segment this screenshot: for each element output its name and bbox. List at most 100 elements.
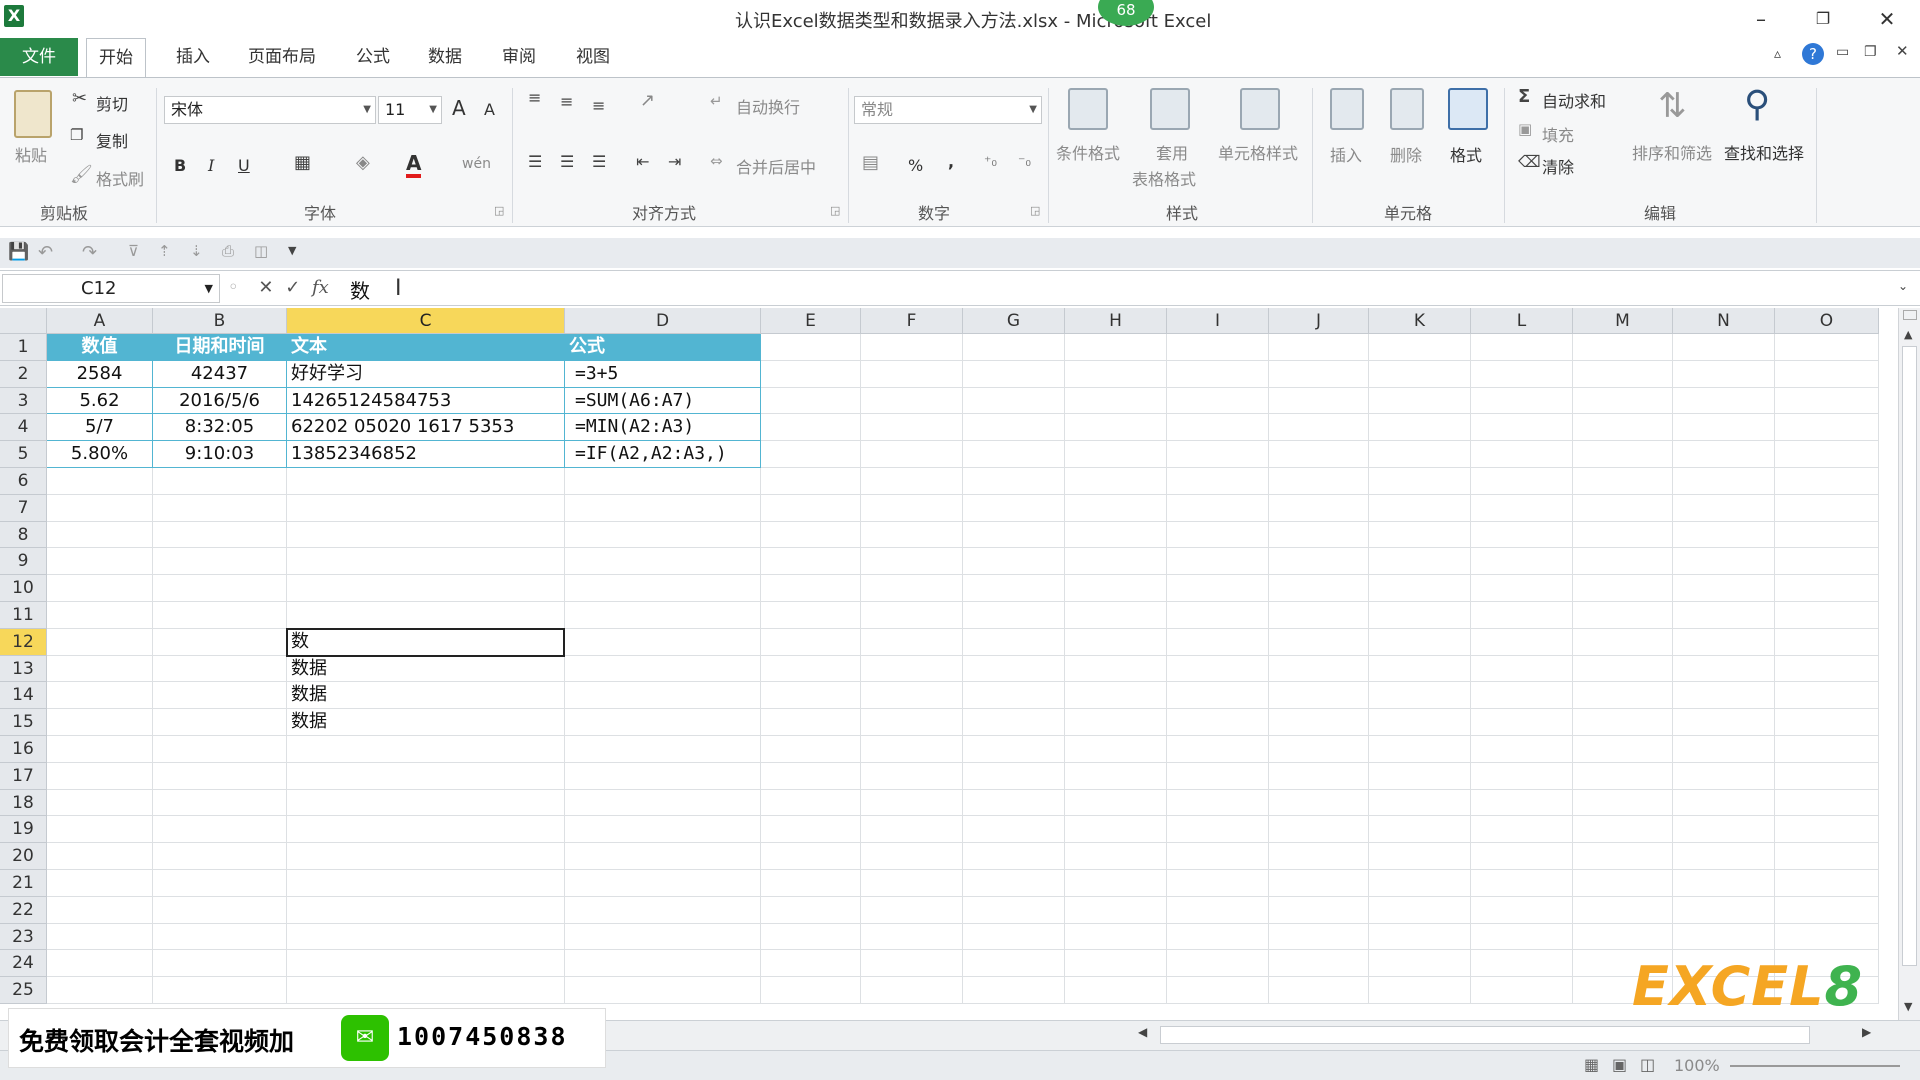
cell-f8[interactable] bbox=[861, 521, 963, 549]
cell-j6[interactable] bbox=[1269, 468, 1369, 495]
cell-g1[interactable] bbox=[963, 334, 1065, 361]
cell-f1[interactable] bbox=[861, 334, 963, 361]
cell-o9[interactable] bbox=[1775, 548, 1879, 576]
cell-b24[interactable] bbox=[153, 950, 287, 978]
align-middle-icon[interactable]: ≡ bbox=[560, 92, 573, 111]
cell-a11[interactable] bbox=[47, 602, 153, 629]
cell-f16[interactable] bbox=[861, 736, 963, 763]
cell-h22[interactable] bbox=[1065, 896, 1167, 924]
row-header-24[interactable]: 24 bbox=[0, 950, 47, 978]
cell-h2[interactable] bbox=[1065, 360, 1167, 388]
row-header-6[interactable]: 6 bbox=[0, 468, 47, 495]
align-right-icon[interactable]: ☰ bbox=[592, 152, 606, 171]
cell-b15[interactable] bbox=[153, 709, 287, 736]
cell-f2[interactable] bbox=[861, 360, 963, 388]
cell-c24[interactable] bbox=[287, 950, 565, 978]
cell-n13[interactable] bbox=[1673, 655, 1775, 683]
cell-styles-button[interactable]: 单元格样式 bbox=[1218, 140, 1298, 164]
cell-l15[interactable] bbox=[1471, 709, 1573, 736]
cell-a18[interactable] bbox=[47, 789, 153, 817]
cell-b17[interactable] bbox=[153, 762, 287, 790]
cell-j3[interactable] bbox=[1269, 387, 1369, 415]
column-header-h[interactable]: H bbox=[1065, 308, 1167, 334]
cell-f14[interactable] bbox=[861, 682, 963, 710]
scroll-down-icon[interactable]: ▼ bbox=[1904, 1000, 1912, 1013]
cell-c11[interactable] bbox=[287, 602, 565, 629]
cell-k5[interactable] bbox=[1369, 441, 1471, 468]
cell-d5[interactable]: =IF(A2,A2:A3,) bbox=[565, 441, 761, 468]
comma-button[interactable]: , bbox=[948, 152, 954, 171]
row-header-19[interactable]: 19 bbox=[0, 816, 47, 844]
cell-c14[interactable]: 数据 bbox=[287, 682, 565, 710]
cell-n20[interactable] bbox=[1673, 843, 1775, 870]
cell-e17[interactable] bbox=[761, 762, 861, 790]
cell-g20[interactable] bbox=[963, 843, 1065, 870]
insert-function-button[interactable]: fx bbox=[312, 277, 329, 298]
cell-d16[interactable] bbox=[565, 736, 761, 763]
cell-l25[interactable] bbox=[1471, 977, 1573, 1004]
cell-a14[interactable] bbox=[47, 682, 153, 710]
tab-page-layout[interactable]: 页面布局 bbox=[236, 38, 328, 76]
row-header-12[interactable]: 12 bbox=[0, 628, 47, 656]
cell-n3[interactable] bbox=[1673, 387, 1775, 415]
cell-b20[interactable] bbox=[153, 843, 287, 870]
insert-cells-icon[interactable] bbox=[1330, 88, 1364, 130]
column-header-i[interactable]: I bbox=[1167, 308, 1269, 334]
cell-k16[interactable] bbox=[1369, 736, 1471, 763]
cell-f5[interactable] bbox=[861, 441, 963, 468]
fill-button[interactable]: 填充 bbox=[1542, 122, 1574, 146]
cell-h11[interactable] bbox=[1065, 602, 1167, 629]
cell-k22[interactable] bbox=[1369, 896, 1471, 924]
cell-f22[interactable] bbox=[861, 896, 963, 924]
cell-m12[interactable] bbox=[1573, 628, 1673, 656]
cell-i22[interactable] bbox=[1167, 896, 1269, 924]
cell-b12[interactable] bbox=[153, 628, 287, 656]
restore-icon[interactable]: ❐ bbox=[1808, 6, 1838, 32]
underline-button[interactable]: U bbox=[238, 156, 250, 175]
conditional-format-button[interactable]: 条件格式 bbox=[1056, 140, 1120, 164]
cell-o2[interactable] bbox=[1775, 360, 1879, 388]
cell-n23[interactable] bbox=[1673, 923, 1775, 951]
cell-o16[interactable] bbox=[1775, 736, 1879, 763]
format-table-button-l2[interactable]: 表格格式 bbox=[1132, 166, 1196, 190]
cell-i3[interactable] bbox=[1167, 387, 1269, 415]
cell-d25[interactable] bbox=[565, 977, 761, 1004]
cell-n8[interactable] bbox=[1673, 521, 1775, 549]
cell-e20[interactable] bbox=[761, 843, 861, 870]
row-header-2[interactable]: 2 bbox=[0, 360, 47, 388]
copy-icon[interactable]: ❐ bbox=[70, 126, 83, 144]
cell-a25[interactable] bbox=[47, 977, 153, 1004]
cell-h19[interactable] bbox=[1065, 816, 1167, 844]
cell-n5[interactable] bbox=[1673, 441, 1775, 468]
cell-o1[interactable] bbox=[1775, 334, 1879, 361]
cell-k18[interactable] bbox=[1369, 789, 1471, 817]
column-header-c[interactable]: C bbox=[287, 308, 565, 334]
copy-button[interactable]: 复制 bbox=[96, 128, 128, 152]
row-header-7[interactable]: 7 bbox=[0, 494, 47, 522]
cut-button[interactable]: 剪切 bbox=[96, 91, 128, 115]
align-center-icon[interactable]: ☰ bbox=[560, 152, 574, 171]
cell-k8[interactable] bbox=[1369, 521, 1471, 549]
cell-k13[interactable] bbox=[1369, 655, 1471, 683]
cell-g17[interactable] bbox=[963, 762, 1065, 790]
cell-c6[interactable] bbox=[287, 468, 565, 495]
cell-m2[interactable] bbox=[1573, 360, 1673, 388]
cell-e8[interactable] bbox=[761, 521, 861, 549]
cell-e21[interactable] bbox=[761, 870, 861, 897]
cell-a20[interactable] bbox=[47, 843, 153, 870]
format-cells-button[interactable]: 格式 bbox=[1450, 142, 1482, 166]
cell-i24[interactable] bbox=[1167, 950, 1269, 978]
cell-m20[interactable] bbox=[1573, 843, 1673, 870]
cell-g15[interactable] bbox=[963, 709, 1065, 736]
cell-j5[interactable] bbox=[1269, 441, 1369, 468]
cell-e23[interactable] bbox=[761, 923, 861, 951]
cell-g4[interactable] bbox=[963, 414, 1065, 442]
vertical-scroll-thumb[interactable] bbox=[1902, 346, 1917, 966]
cell-b19[interactable] bbox=[153, 816, 287, 844]
column-header-g[interactable]: G bbox=[963, 308, 1065, 334]
column-header-d[interactable]: D bbox=[565, 308, 761, 334]
cell-m9[interactable] bbox=[1573, 548, 1673, 576]
cell-b16[interactable] bbox=[153, 736, 287, 763]
cell-b6[interactable] bbox=[153, 468, 287, 495]
cell-o8[interactable] bbox=[1775, 521, 1879, 549]
